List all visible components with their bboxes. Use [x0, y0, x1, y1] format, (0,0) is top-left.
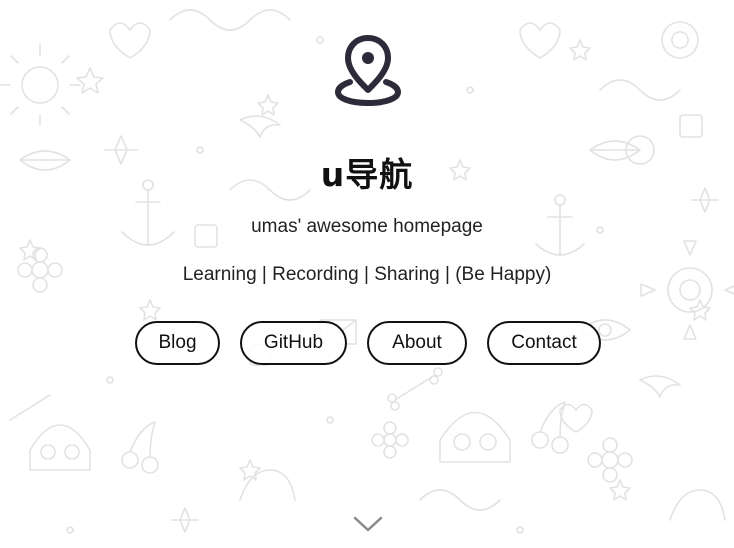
site-tagline: Learning | Recording | Sharing | (Be Hap… — [182, 264, 552, 285]
site-title: u导航 — [320, 155, 414, 194]
nav-links: Blog GitHub About Contact — [0, 321, 734, 369]
site-subtitle: umas' awesome homepage — [251, 216, 483, 237]
contact-button[interactable]: Contact — [487, 321, 601, 365]
hero-section: u导航 umas' awesome homepage Learning | Re… — [0, 0, 734, 548]
github-button[interactable]: GitHub — [240, 321, 347, 365]
about-button[interactable]: About — [367, 321, 467, 365]
map-pin-icon — [334, 35, 402, 106]
chevron-down-icon[interactable] — [352, 514, 384, 534]
blog-button[interactable]: Blog — [135, 321, 220, 365]
